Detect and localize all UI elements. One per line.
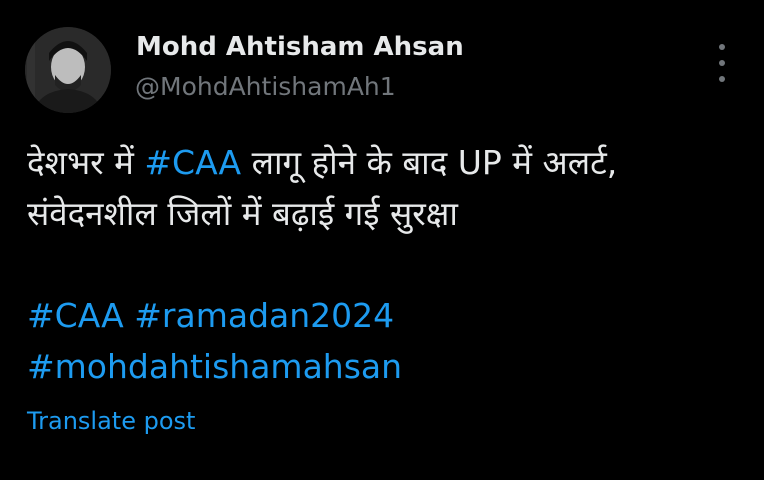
translate-post-link[interactable]: Translate post <box>27 407 195 435</box>
author-name[interactable]: Mohd Ahtisham Ahsan <box>136 32 464 62</box>
hashtag-link[interactable]: #CAA <box>144 143 241 182</box>
text-segment: देशभर में <box>27 143 145 182</box>
post-text-line: संवेदनशील जिलों में बढ़ाई गई सुरक्षा <box>27 194 458 233</box>
avatar-image <box>25 27 111 113</box>
text-segment: लागू होने के बाद UP में अलर्ट, <box>241 143 618 182</box>
post-text: देशभर में #CAA लागू होने के बाद UP में अ… <box>27 137 747 392</box>
more-dot <box>719 60 725 66</box>
more-dot <box>719 44 725 50</box>
more-vertical-icon[interactable] <box>711 44 733 82</box>
avatar[interactable] <box>25 27 111 113</box>
post-text-line: देशभर में #CAA लागू होने के बाद UP में अ… <box>27 137 747 188</box>
hashtag-link[interactable]: #mohdahtishamahsan <box>27 347 402 386</box>
hashtags-line: #CAA #ramadan2024 <box>27 290 747 341</box>
hashtag-link[interactable]: #CAA <box>27 296 124 335</box>
more-dot <box>719 76 725 82</box>
hashtag-link[interactable]: #ramadan2024 <box>134 296 394 335</box>
author-handle[interactable]: @MohdAhtishamAh1 <box>135 72 396 101</box>
hashtags-line: #mohdahtishamahsan <box>27 341 747 392</box>
